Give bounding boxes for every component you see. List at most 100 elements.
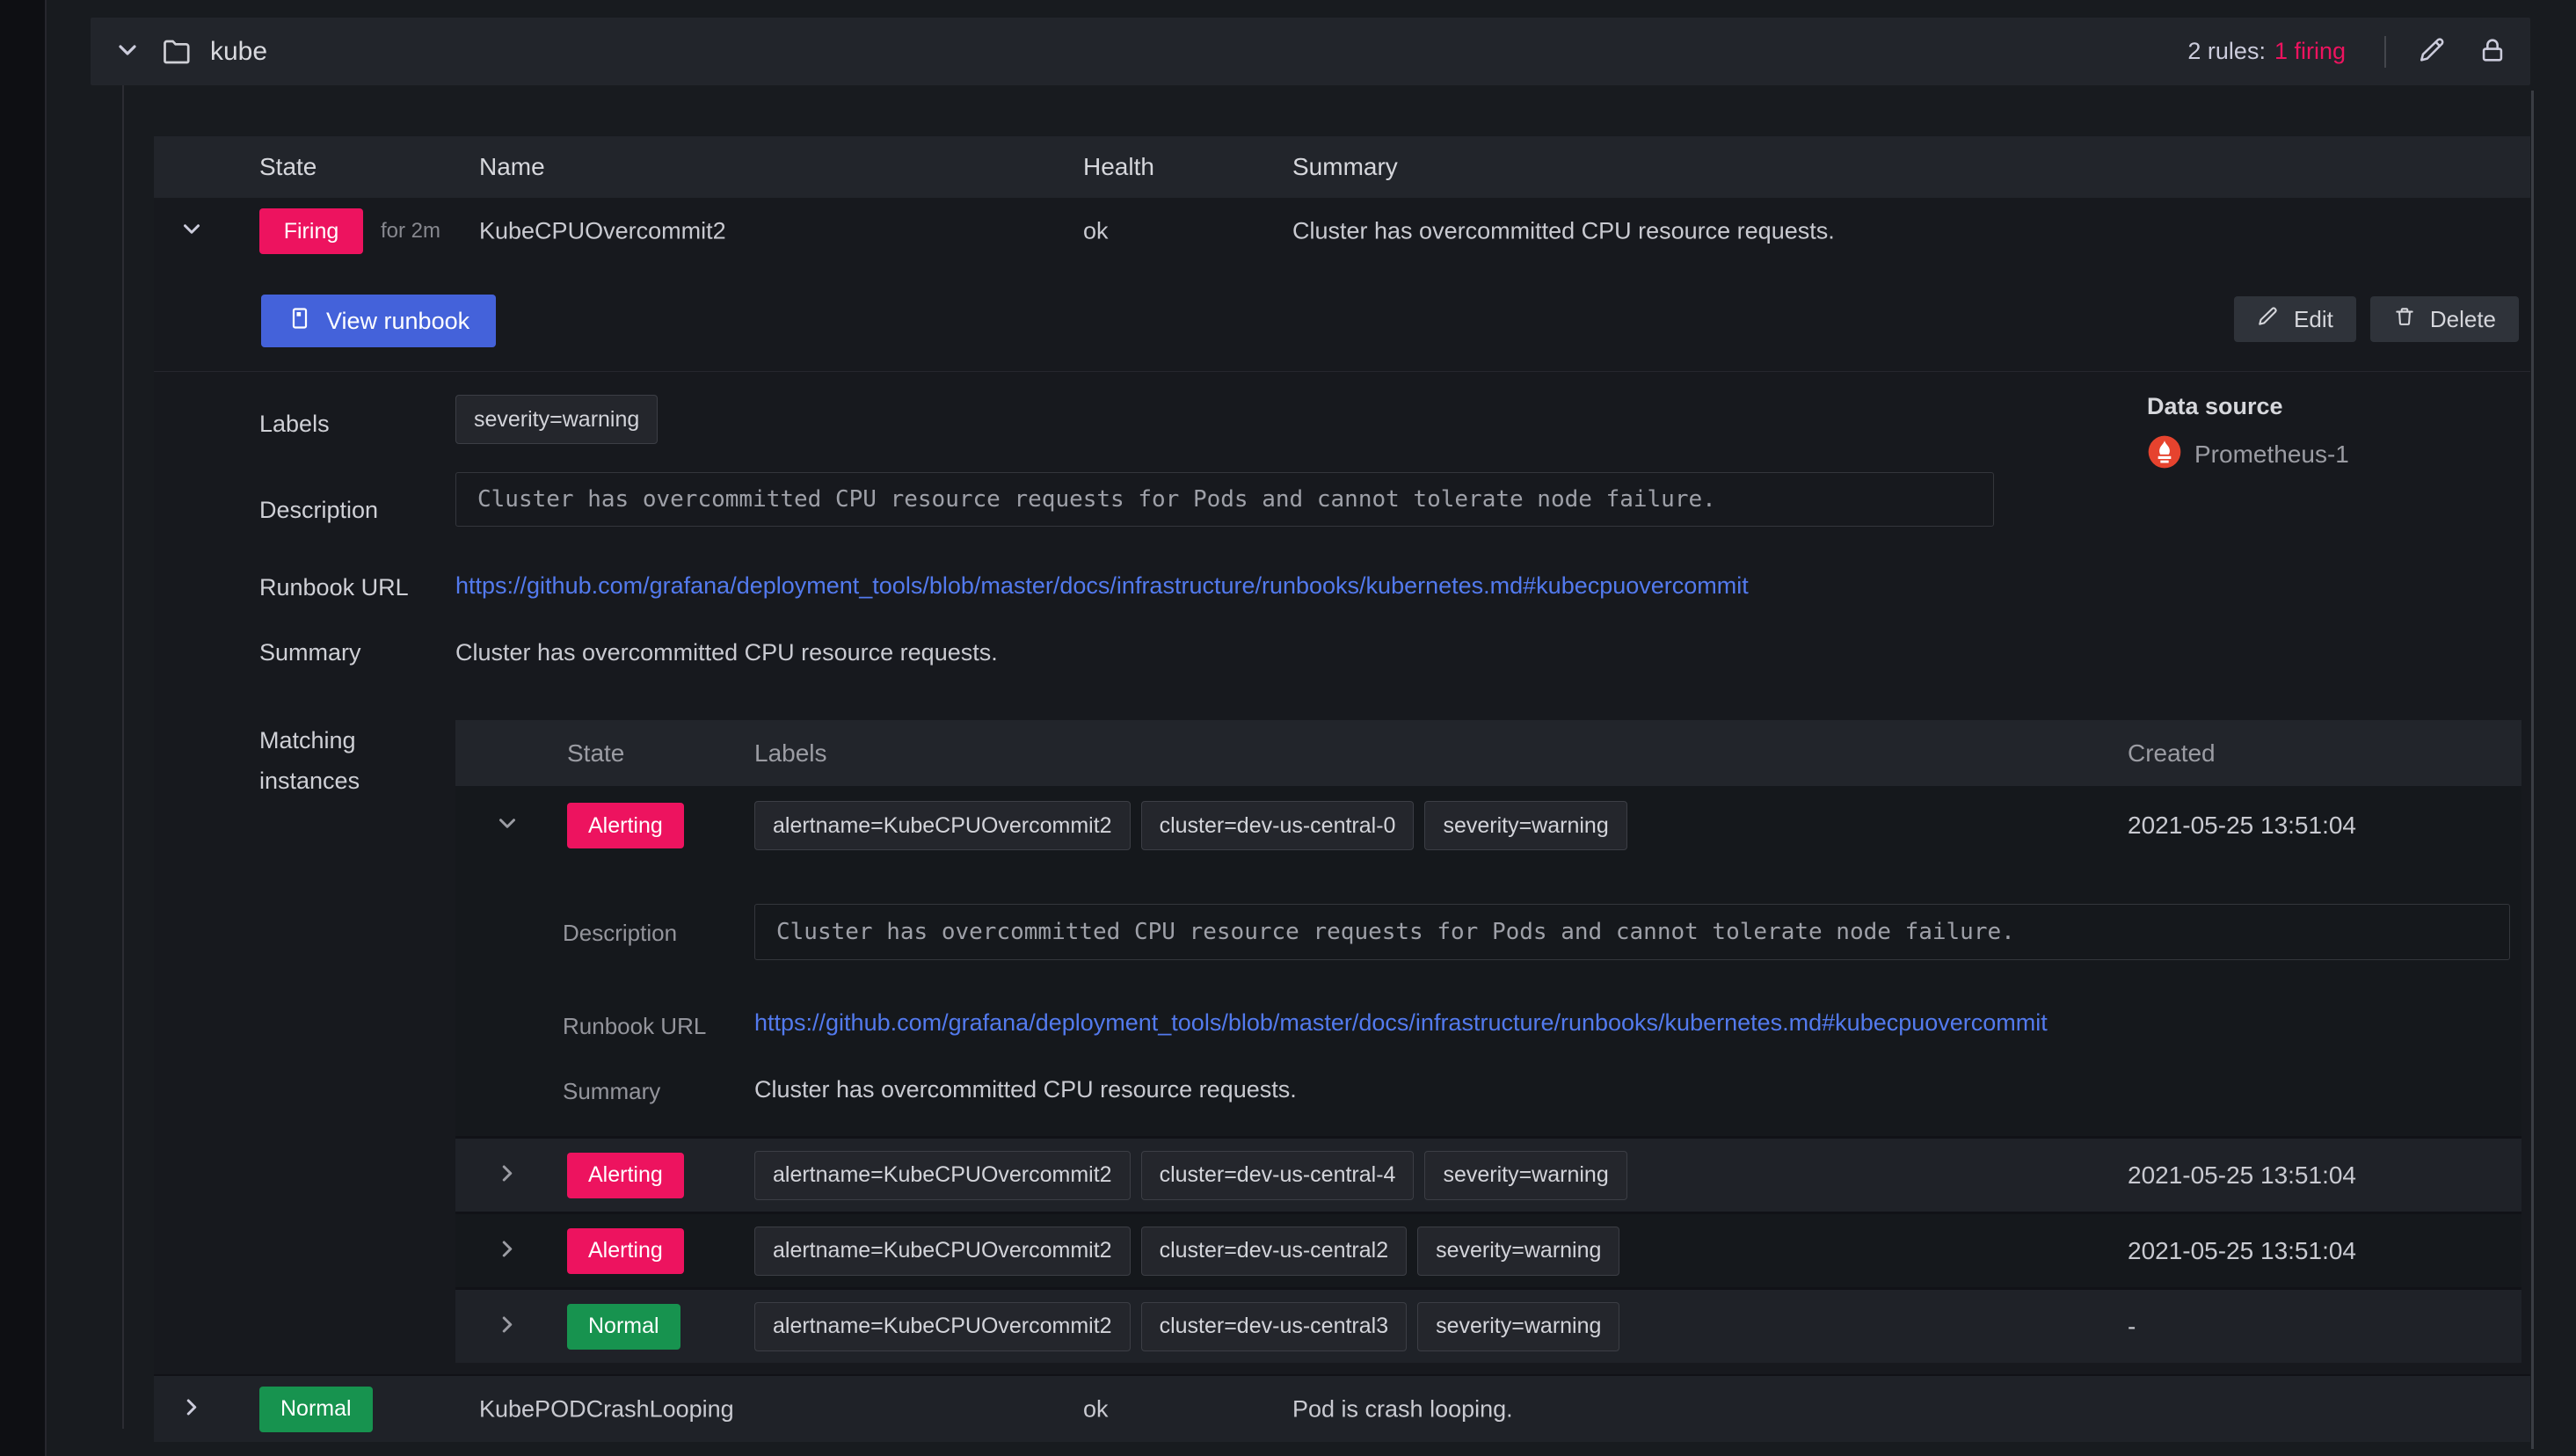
instance-detail-panel: Description Cluster has overcommitted CP…: [455, 865, 2521, 1136]
instance-created: 2021-05-25 13:51:04: [2128, 1236, 2356, 1264]
book-icon: [287, 306, 312, 337]
firing-badge: Firing: [259, 208, 363, 254]
trash-icon: [2393, 305, 2416, 334]
lock-icon-button[interactable]: [2478, 35, 2507, 68]
chevron-right-icon[interactable]: [494, 1160, 520, 1190]
label-chip: alertname=KubeCPUOvercommit2: [754, 1226, 1131, 1276]
labels-field-label: Labels: [259, 411, 330, 437]
rule-name: KubePODCrashLooping: [479, 1395, 734, 1422]
firing-duration: for 2m: [381, 219, 441, 243]
label-chip: cluster=dev-us-central-4: [1140, 1150, 1415, 1200]
rules-table-header: State Name Health Summary: [154, 136, 2530, 198]
chevron-down-icon[interactable]: [494, 811, 520, 841]
description-field-label: Description: [563, 920, 678, 946]
folder-actions: [2418, 35, 2507, 68]
label-chip: alertname=KubeCPUOvercommit2: [754, 801, 1131, 850]
label-chip: severity=warning: [1417, 1226, 1620, 1276]
lock-icon: [2478, 35, 2507, 68]
rule-summary: Pod is crash looping.: [1292, 1395, 1513, 1422]
rule-detail-panel: View runbook Edit Delete Labels severity…: [154, 265, 2530, 1374]
runbook-field-label: Runbook URL: [259, 574, 409, 601]
instance-row-dev-us-central-4[interactable]: Alerting alertname=KubeCPUOvercommit2 cl…: [455, 1136, 2521, 1212]
edit-folder-button[interactable]: [2418, 35, 2448, 68]
instances-col-labels: Labels: [754, 739, 827, 767]
folder-group-header[interactable]: kube 2 rules: 1 firing: [91, 18, 2530, 85]
folder-name: kube: [210, 36, 268, 66]
rule-health: ok: [1083, 1395, 1109, 1422]
label-chip: severity=warning: [455, 395, 659, 444]
summary-field-label: Summary: [259, 639, 361, 666]
instance-labels: alertname=KubeCPUOvercommit2 cluster=dev…: [754, 801, 1627, 850]
instance-row-dev-us-central2[interactable]: Alerting alertname=KubeCPUOvercommit2 cl…: [455, 1212, 2521, 1287]
label-chip: severity=warning: [1424, 1150, 1627, 1200]
summary-value: Cluster has overcommitted CPU resource r…: [455, 639, 998, 666]
rules-table: State Name Health Summary Firing for 2m …: [154, 136, 2530, 1442]
instances-col-created: Created: [2128, 739, 2216, 767]
rule-name: KubeCPUOvercommit2: [479, 217, 726, 244]
edit-rule-button[interactable]: Edit: [2234, 296, 2356, 342]
instance-labels: alertname=KubeCPUOvercommit2 cluster=dev…: [754, 1150, 1627, 1200]
matching-instances-table: State Labels Created Alerting alertname=…: [455, 720, 2521, 1363]
scrollbar[interactable]: [2531, 91, 2534, 1449]
pencil-icon: [2257, 305, 2280, 334]
col-health: Health: [1083, 153, 1154, 180]
rule-state-cell: Firing for 2m: [259, 208, 440, 254]
edit-label: Edit: [2294, 305, 2333, 332]
label-chip: alertname=KubeCPUOvercommit2: [754, 1150, 1131, 1200]
instances-table-header: State Labels Created: [455, 720, 2521, 786]
description-value-box: Cluster has overcommitted CPU resource r…: [754, 904, 2510, 960]
chevron-right-icon[interactable]: [178, 1394, 205, 1424]
instance-state-cell: Alerting: [567, 1152, 684, 1198]
prometheus-icon: [2147, 434, 2182, 474]
delete-rule-button[interactable]: Delete: [2369, 296, 2519, 342]
view-runbook-button[interactable]: View runbook: [261, 295, 497, 347]
chevron-right-icon[interactable]: [494, 1235, 520, 1266]
rule-actions-row: View runbook Edit Delete: [154, 265, 2530, 372]
instance-state-cell: Alerting: [567, 1227, 684, 1274]
chevron-down-icon[interactable]: [178, 216, 205, 247]
col-summary: Summary: [1292, 153, 1398, 180]
instance-state-cell: Alerting: [567, 803, 684, 848]
alerting-badge: Alerting: [567, 1227, 684, 1274]
instance-created: 2021-05-25 13:51:04: [2128, 812, 2356, 839]
folder-icon: [161, 36, 193, 68]
instance-row-dev-us-central3[interactable]: Normal alertname=KubeCPUOvercommit2 clus…: [455, 1287, 2521, 1363]
col-name: Name: [479, 153, 545, 180]
label-chip: cluster=dev-us-central2: [1140, 1226, 1408, 1276]
instance-state-cell: Normal: [567, 1303, 680, 1350]
runbook-url-link[interactable]: https://github.com/grafana/deployment_to…: [455, 572, 1749, 600]
label-chip: severity=warning: [1417, 1301, 1620, 1351]
alerting-badge: Alerting: [567, 803, 684, 848]
instance-created: 2021-05-25 13:51:04: [2128, 1161, 2356, 1189]
runbook-field-label: Runbook URL: [563, 1013, 707, 1039]
left-rail: [0, 0, 47, 1456]
description-value: Cluster has overcommitted CPU resource r…: [776, 919, 2015, 945]
col-state: State: [259, 153, 317, 180]
folder-collapse-button[interactable]: [113, 36, 142, 67]
rule-row-kubecpuovercommit2[interactable]: Firing for 2m KubeCPUOvercommit2 ok Clus…: [154, 198, 2530, 265]
label-chip: severity=warning: [1424, 801, 1627, 850]
indent-guideline: [122, 85, 124, 1429]
label-chip: cluster=dev-us-central-0: [1140, 801, 1415, 850]
alerting-badge: Alerting: [567, 1152, 684, 1198]
rule-edit-actions: Edit Delete: [2234, 296, 2519, 342]
chevron-down-icon: [113, 36, 142, 67]
instances-col-state: State: [567, 739, 625, 767]
delete-label: Delete: [2429, 305, 2496, 332]
rule-row-kubepodcrashlooping[interactable]: Normal KubePODCrashLooping ok Pod is cra…: [154, 1374, 2530, 1442]
instance-labels: alertname=KubeCPUOvercommit2 cluster=dev…: [754, 1226, 1620, 1276]
instance-row-dev-us-central-0[interactable]: Alerting alertname=KubeCPUOvercommit2 cl…: [455, 786, 2521, 865]
rule-summary: Cluster has overcommitted CPU resource r…: [1292, 217, 1835, 244]
matching-instances-label-line1: Matching: [259, 727, 356, 753]
datasource-label: Data source: [2147, 393, 2283, 419]
summary-field-label: Summary: [563, 1078, 661, 1104]
rules-firing-count: 1 firing: [2274, 38, 2346, 64]
rule-health: ok: [1083, 217, 1109, 244]
chevron-right-icon[interactable]: [494, 1311, 520, 1342]
view-runbook-label: View runbook: [326, 307, 470, 334]
rules-count: 2 rules:: [2187, 38, 2266, 64]
runbook-url-link[interactable]: https://github.com/grafana/deployment_to…: [754, 1009, 2048, 1037]
datasource-block: Data source Prometheus-1: [2147, 393, 2349, 474]
description-value: Cluster has overcommitted CPU resource r…: [477, 486, 1716, 513]
matching-instances-label-line2: instances: [259, 768, 360, 794]
